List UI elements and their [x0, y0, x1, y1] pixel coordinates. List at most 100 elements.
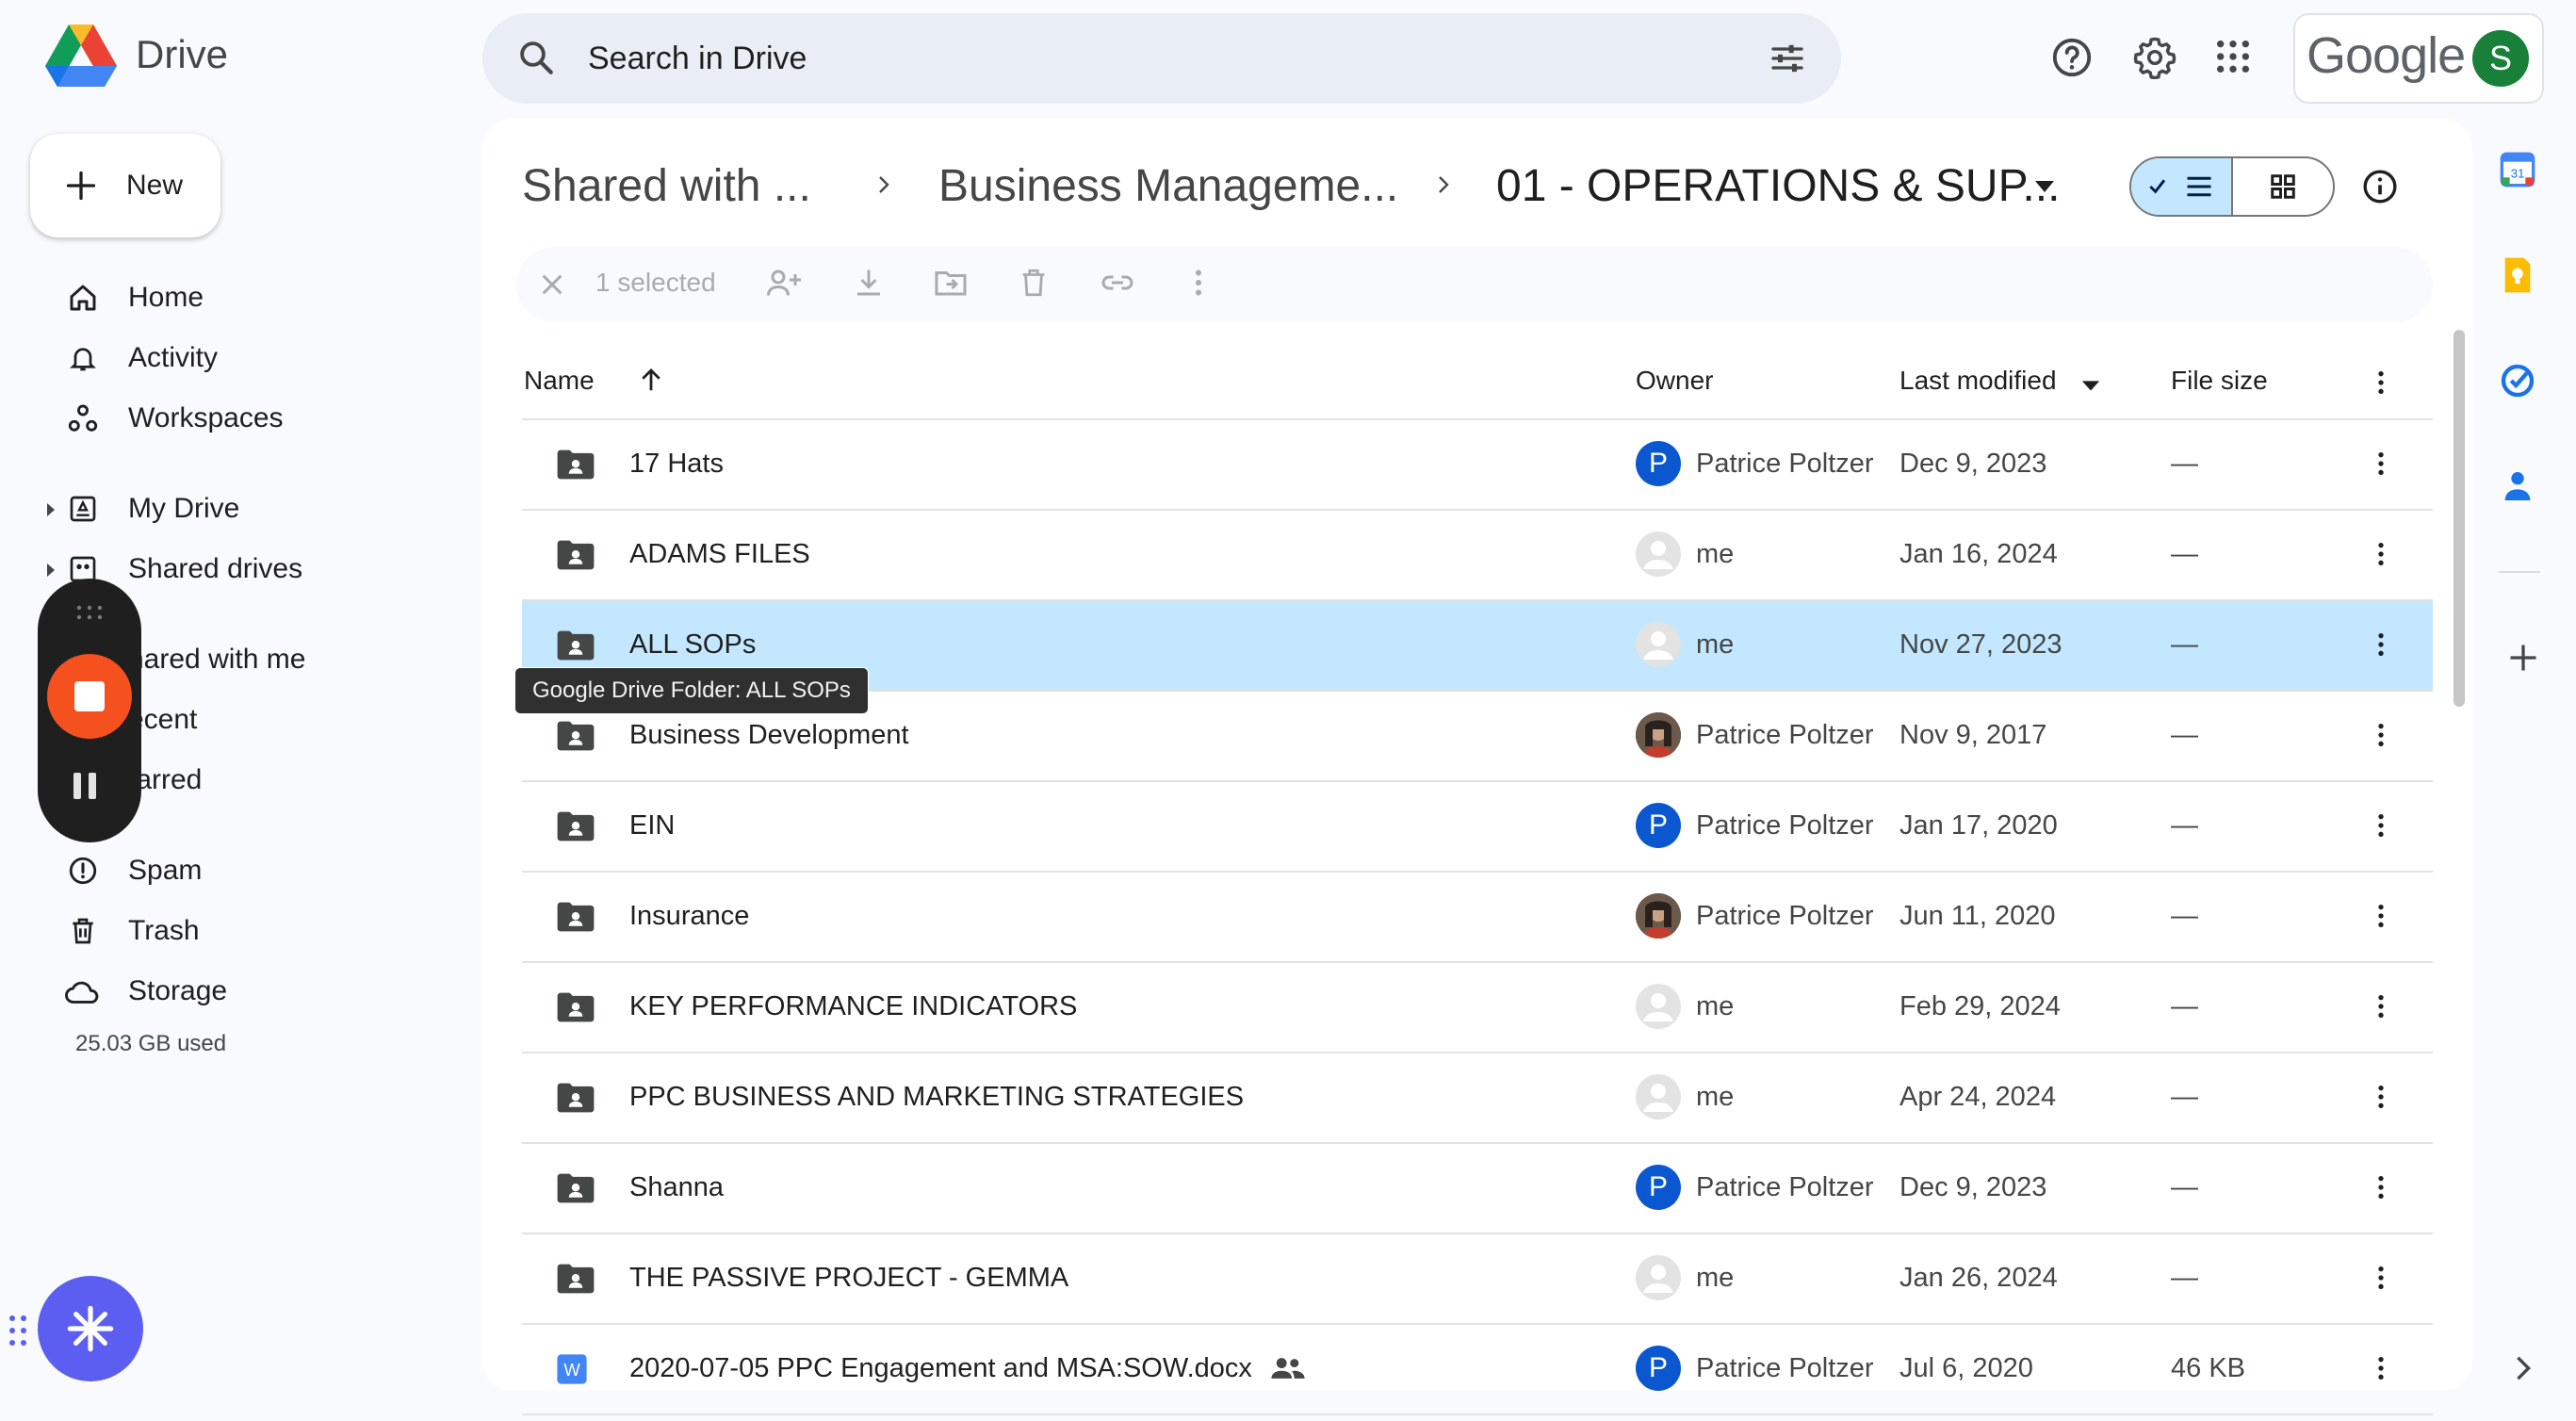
download-icon[interactable] — [852, 266, 886, 300]
file-size: — — [2171, 810, 2198, 841]
owner-name: Patrice Poltzer — [1696, 449, 1874, 479]
file-name[interactable]: THE PASSIVE PROJECT - GEMMA — [629, 1263, 1068, 1294]
contacts-icon[interactable] — [2499, 467, 2536, 505]
tasks-icon[interactable] — [2499, 362, 2536, 400]
recorder-drag-handle-icon[interactable] — [75, 603, 104, 622]
new-button[interactable]: New — [30, 134, 220, 237]
last-modified: Jan 17, 2020 — [1899, 810, 2058, 841]
sidebar-item-label: Storage — [128, 975, 228, 1006]
account-avatar[interactable]: S — [2472, 30, 2529, 87]
file-name[interactable]: Business Development — [629, 720, 909, 751]
table-row[interactable]: W 2020-07-05 PPC Engagement and MSA:SOW.d… — [522, 1325, 2433, 1413]
view-toggle[interactable] — [2129, 156, 2335, 217]
file-name[interactable]: EIN — [629, 810, 675, 841]
table-row[interactable]: ADAMS FILES me Jan 16, 2024 — — [522, 511, 2433, 599]
file-size: — — [2171, 901, 2198, 931]
file-name[interactable]: KEY PERFORMANCE INDICATORS — [629, 991, 1077, 1022]
row-more-icon[interactable] — [2371, 449, 2391, 479]
owner-name: me — [1696, 1082, 1735, 1112]
owner-name: Patrice Poltzer — [1696, 810, 1874, 841]
column-header-file-size[interactable]: File size — [2171, 366, 2268, 396]
sidebar-item-storage[interactable]: Storage — [57, 965, 433, 1018]
sidebar-item-home[interactable]: Home — [57, 271, 433, 324]
column-header-last-modified[interactable]: Last modified — [1899, 366, 2057, 396]
gear-icon[interactable] — [2133, 36, 2177, 79]
file-name[interactable]: 17 Hats — [629, 449, 724, 480]
sidebar-item-workspaces[interactable]: Workspaces — [57, 392, 433, 445]
breadcrumb-item[interactable]: Business Manageme... — [938, 160, 1398, 212]
search-options-icon[interactable] — [1768, 40, 1807, 77]
sidebar-item-activity[interactable]: Activity — [57, 332, 433, 384]
column-header-owner[interactable]: Owner — [1636, 366, 1713, 396]
row-more-icon[interactable] — [2371, 1172, 2391, 1202]
info-icon[interactable] — [2361, 168, 2399, 205]
file-name[interactable]: 2020-07-05 PPC Engagement and MSA:SOW.do… — [629, 1353, 1252, 1384]
file-name[interactable]: PPC BUSINESS AND MARKETING STRATEGIES — [629, 1082, 1244, 1113]
grid-view-button[interactable] — [2233, 158, 2333, 215]
sidebar-item-my-drive[interactable]: My Drive — [57, 482, 433, 535]
my-drive-expand-icon[interactable] — [47, 503, 55, 516]
owner-avatar-default-icon — [1636, 984, 1681, 1029]
move-icon[interactable] — [933, 266, 969, 300]
owner-name: me — [1696, 1263, 1735, 1293]
share-icon[interactable] — [765, 266, 803, 300]
stop-recording-button[interactable] — [47, 654, 132, 739]
column-header-name[interactable]: Name — [524, 366, 595, 396]
list-view-button[interactable] — [2131, 158, 2233, 215]
table-row[interactable]: KEY PERFORMANCE INDICATORS me Feb 29, 2024… — [522, 963, 2433, 1052]
copy-link-icon[interactable] — [1099, 266, 1136, 300]
file-name[interactable]: Insurance — [629, 901, 749, 932]
help-icon[interactable] — [2050, 36, 2094, 79]
owner-avatar: P — [1636, 803, 1681, 848]
clear-selection-icon[interactable] — [537, 270, 567, 300]
delete-icon[interactable] — [1018, 266, 1050, 300]
assistant-drag-handle-icon[interactable] — [8, 1314, 28, 1348]
row-more-icon[interactable] — [2371, 810, 2391, 841]
assistant-button[interactable] — [38, 1276, 143, 1381]
file-size: — — [2171, 629, 2198, 660]
owner-name: me — [1696, 991, 1735, 1021]
row-more-icon[interactable] — [2371, 539, 2391, 569]
expand-side-panel-icon[interactable] — [2514, 1355, 2533, 1381]
sidebar-item-spam[interactable]: Spam — [57, 844, 433, 897]
calendar-icon[interactable]: 31 — [2499, 151, 2536, 188]
pause-recording-button[interactable] — [73, 773, 107, 801]
row-more-icon[interactable] — [2371, 1263, 2391, 1293]
caret-down-icon[interactable] — [2080, 379, 2101, 392]
file-name[interactable]: ADAMS FILES — [629, 539, 810, 570]
search-input[interactable] — [588, 34, 1719, 83]
row-more-icon[interactable] — [2371, 1353, 2391, 1383]
last-modified: Apr 24, 2024 — [1899, 1082, 2057, 1112]
row-more-icon[interactable] — [2371, 1082, 2391, 1112]
shared-drives-expand-icon[interactable] — [47, 564, 55, 577]
row-more-icon[interactable] — [2371, 991, 2391, 1021]
row-more-icon[interactable] — [2371, 720, 2391, 750]
rail-divider — [2499, 571, 2540, 573]
table-row[interactable]: THE PASSIVE PROJECT - GEMMA me Jan 26, 202… — [522, 1234, 2433, 1323]
table-row[interactable]: 17 Hats P Patrice Poltzer Dec 9, 2023 — — [522, 420, 2433, 509]
file-name[interactable]: Shanna — [629, 1172, 724, 1203]
more-actions-icon[interactable] — [1189, 266, 1208, 300]
sort-arrow-up-icon[interactable] — [637, 366, 665, 394]
table-row[interactable]: Shanna P Patrice Poltzer Dec 9, 2023 — — [522, 1144, 2433, 1233]
add-addon-icon[interactable] — [2506, 641, 2540, 675]
drive-logo[interactable] — [45, 24, 117, 90]
table-row[interactable]: PPC BUSINESS AND MARKETING STRATEGIES me A… — [522, 1054, 2433, 1142]
keep-icon[interactable] — [2499, 256, 2536, 294]
column-options-icon[interactable] — [2371, 368, 2391, 398]
row-more-icon[interactable] — [2371, 901, 2391, 931]
search-icon[interactable] — [516, 38, 556, 77]
scrollbar[interactable] — [2454, 330, 2465, 707]
last-modified: Jan 26, 2024 — [1899, 1263, 2058, 1293]
row-more-icon[interactable] — [2371, 629, 2391, 660]
sidebar-item-trash[interactable]: Trash — [57, 905, 433, 957]
table-row[interactable]: Insurance Patrice Poltzer Jun 11, 2020 — — [522, 873, 2433, 961]
sidebar-item-label: Activity — [128, 342, 219, 373]
file-name[interactable]: ALL SOPs — [629, 629, 756, 661]
caret-down-icon[interactable] — [2033, 179, 2056, 194]
breadcrumb-item[interactable]: Shared with ... — [522, 160, 811, 212]
google-apps-icon[interactable] — [2214, 38, 2252, 75]
breadcrumb-current[interactable]: 01 - OPERATIONS & SUP... — [1496, 160, 2060, 212]
table-row[interactable]: EIN P Patrice Poltzer Jan 17, 2020 — — [522, 782, 2433, 871]
owner-photo-avatar — [1636, 712, 1681, 758]
